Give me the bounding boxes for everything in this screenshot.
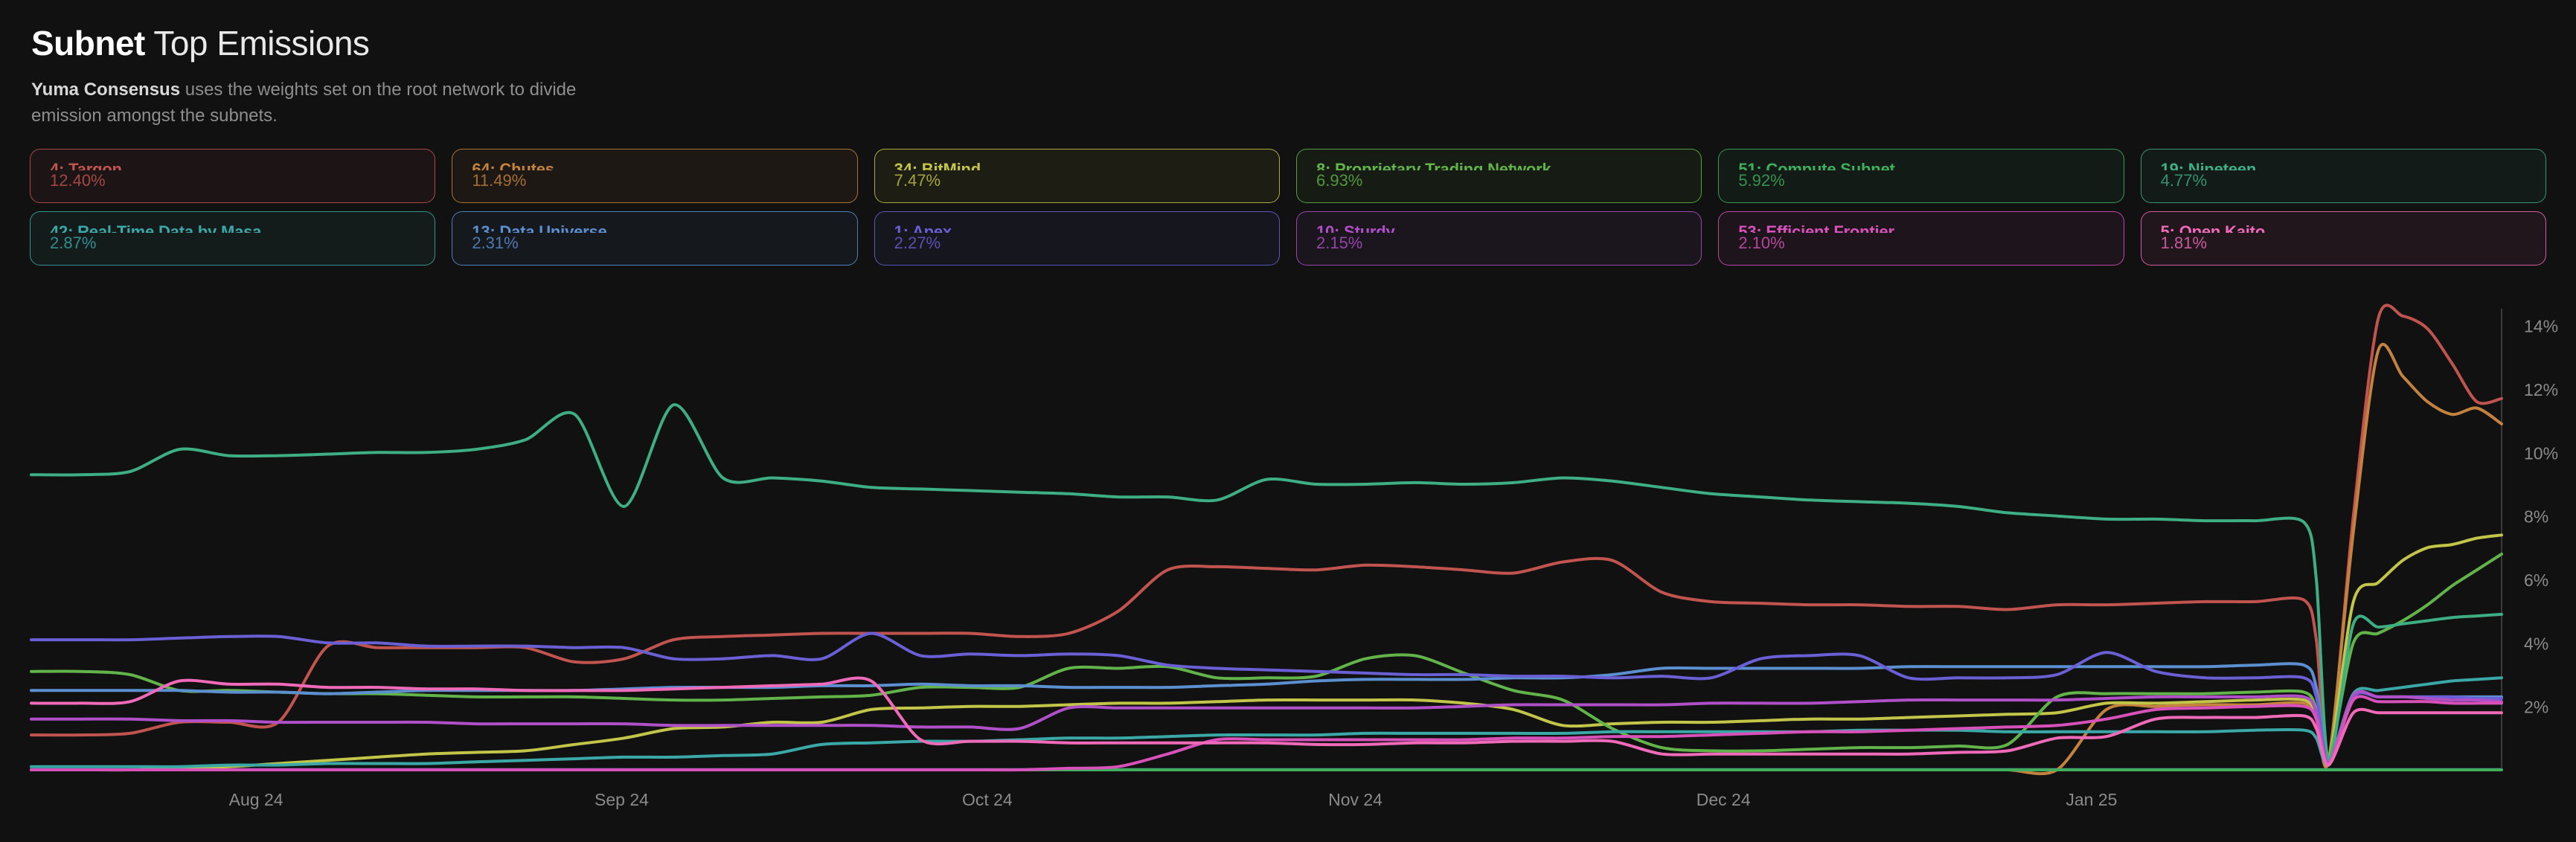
legend-card-name: 53: Efficient Frontier (1738, 222, 1894, 234)
y-axis-tick-label: 8% (2524, 507, 2548, 527)
legend-card[interactable]: 5: Open Kaito 1.81% (2140, 210, 2546, 266)
x-axis-tick-label: Nov 24 (1328, 790, 1382, 809)
legend-card[interactable]: 13: Data Universe 2.31% (452, 210, 858, 266)
legend-card[interactable]: 34: BitMind 7.47% (874, 148, 1280, 203)
legend-card-name: 51: Compute Subnet (1738, 159, 1895, 171)
y-axis-tick-label: 14% (2524, 317, 2558, 336)
page-subtitle: Yuma Consensus uses the weights set on t… (31, 77, 649, 129)
legend-card-percent: 2.87% (50, 234, 97, 253)
legend-card[interactable]: 10: Sturdy 2.15% (1295, 210, 1702, 266)
legend-card-percent: 12.40% (50, 171, 106, 190)
chart-series-group (30, 303, 2503, 776)
legend-card-name: 10: Sturdy (1316, 222, 1395, 234)
legend-card-name: 1: Apex (894, 222, 952, 234)
legend-cards: 4: Targon 12.40% 64: Chutes 11.49% 34: BitMi… (0, 148, 2576, 266)
legend-card-name: 8: Proprietary Trading Network (1316, 159, 1551, 171)
legend-card[interactable]: 4: Targon 12.40% (30, 148, 436, 203)
legend-card[interactable]: 42: Real-Time Data by Masa 2.87% (30, 210, 436, 266)
legend-row: 4: Targon 12.40% 64: Chutes 11.49% 34: BitMi… (30, 148, 2546, 203)
emissions-chart[interactable]: 2% 4% 6% 8% 10% 12% 14% Aug 24 Sep 24 Oct 24 Nov 2… (0, 286, 2576, 842)
x-axis-tick-label: Aug 24 (229, 790, 283, 809)
legend-card-name: 4: Targon (50, 159, 122, 171)
legend-card-percent: 6.93% (1316, 171, 1363, 190)
x-axis-tick-label: Dec 24 (1696, 790, 1751, 809)
y-axis-tick-label: 2% (2524, 698, 2548, 717)
legend-card[interactable]: 8: Proprietary Trading Network 6.93% (1295, 148, 1702, 203)
page-subtitle-strong: Yuma Consensus (31, 80, 181, 100)
page-header: Subnet Top Emissions Yuma Consensus uses… (0, 0, 2576, 129)
legend-card-percent: 11.49% (472, 171, 527, 190)
x-axis-tick-label: Sep 24 (595, 790, 649, 809)
y-axis-tick-label: 12% (2524, 380, 2558, 399)
legend-card-percent: 1.81% (2160, 234, 2208, 253)
y-axis-tick-label: 10% (2524, 443, 2558, 463)
legend-card-percent: 2.31% (472, 234, 519, 253)
legend-row: 42: Real-Time Data by Masa 2.87% 13: Data … (30, 210, 2546, 266)
legend-card[interactable]: 53: Efficient Frontier 2.10% (1718, 210, 2124, 266)
legend-card-name: 64: Chutes (472, 159, 554, 171)
legend-card[interactable]: 51: Compute Subnet 5.92% (1718, 148, 2124, 203)
legend-card[interactable]: 64: Chutes 11.49% (452, 148, 858, 203)
legend-card-name: 13: Data Universe (472, 222, 607, 234)
y-axis-tick-label: 4% (2524, 634, 2548, 653)
legend-card-name: 42: Real-Time Data by Masa (50, 222, 262, 234)
legend-card-name: 19: Nineteen (2160, 159, 2257, 171)
emissions-chart-svg[interactable]: 2% 4% 6% 8% 10% 12% 14% Aug 24 Sep 24 Oct 24 Nov 2… (0, 286, 2576, 842)
legend-card-percent: 5.92% (1738, 171, 1785, 190)
legend-card-percent: 4.77% (2160, 171, 2208, 190)
page-title-strong: Subnet (31, 24, 145, 62)
legend-card[interactable]: 1: Apex 2.27% (874, 210, 1280, 266)
x-axis-tick-label: Oct 24 (962, 790, 1013, 809)
y-axis-tick-label: 6% (2524, 571, 2548, 590)
page-title: Subnet Top Emissions (31, 25, 2576, 61)
x-axis-tick-label: Jan 25 (2066, 790, 2117, 809)
legend-card-percent: 2.27% (894, 234, 941, 253)
legend-card-name: 5: Open Kaito (2160, 222, 2266, 234)
legend-card-percent: 7.47% (894, 171, 941, 190)
legend-card-percent: 2.15% (1316, 234, 1363, 253)
legend-card-name: 34: BitMind (894, 159, 981, 171)
legend-card-percent: 2.10% (1738, 234, 1785, 253)
page-title-rest: Top Emissions (153, 24, 370, 62)
legend-card[interactable]: 19: Nineteen 4.77% (2140, 148, 2546, 203)
